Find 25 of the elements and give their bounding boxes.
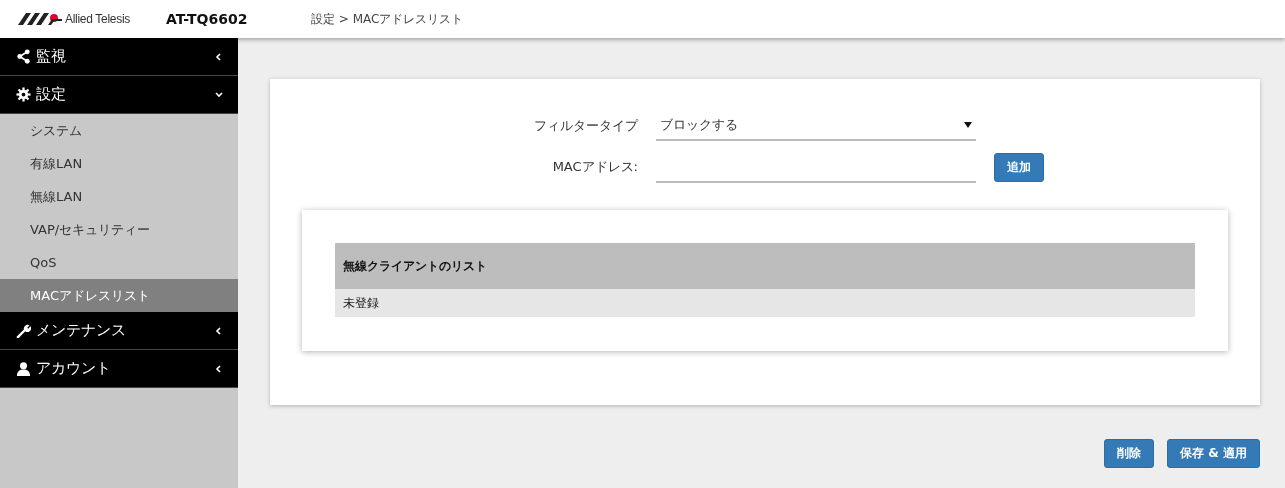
menu-group[interactable]: アカウント	[0, 350, 238, 388]
device-model: AT-TQ6602	[166, 11, 249, 27]
breadcrumb: 設定 > MACアドレスリスト	[311, 10, 464, 28]
brand-name: Allied Telesis	[65, 12, 130, 26]
gear-icon	[16, 87, 31, 102]
mac-address-label: MACアドレス:	[551, 158, 638, 176]
add-button[interactable]: 追加	[994, 152, 1044, 182]
chevron-down-icon	[214, 89, 224, 100]
filter-type-label: フィルタータイプ	[533, 117, 638, 135]
user-icon	[16, 361, 31, 376]
logo-icon	[18, 13, 62, 25]
chevron-left-icon	[214, 51, 224, 62]
menu-group[interactable]: メンテナンス	[0, 312, 238, 350]
table-cell: 未登録	[335, 289, 1195, 317]
delete-button[interactable]: 削除	[1104, 439, 1155, 468]
menu-group[interactable]: 監視	[0, 38, 238, 76]
menu-group[interactable]: 設定	[0, 76, 238, 114]
dropdown-arrow-icon	[964, 122, 972, 128]
chevron-left-icon	[214, 363, 224, 374]
table-header: 無線クライアントのリスト	[335, 243, 1195, 289]
menu-item[interactable]: MACアドレスリスト	[0, 279, 238, 312]
wrench-icon	[16, 323, 31, 338]
share-icon	[16, 49, 31, 64]
save-apply-button[interactable]: 保存 & 適用	[1167, 439, 1260, 468]
chevron-left-icon	[214, 325, 224, 336]
